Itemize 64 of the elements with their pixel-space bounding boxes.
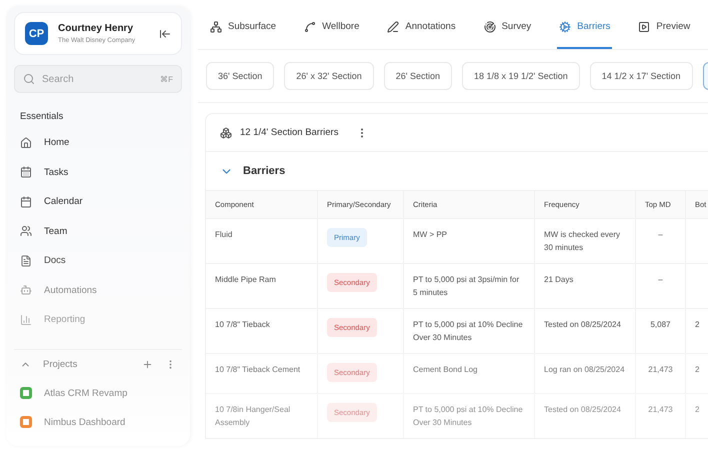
tab[interactable]: Annotations <box>385 6 458 49</box>
gear-icon <box>559 20 572 32</box>
nav-item[interactable]: Tasks <box>14 158 182 187</box>
section-chip[interactable]: 36' Section <box>206 62 274 90</box>
tab[interactable]: Barriers <box>557 6 612 49</box>
table-cell: MW > PP <box>404 218 535 263</box>
group-title: Barriers <box>243 165 286 177</box>
table-cell: PT to 5,000 psi at 10% Decline Over 30 Minutes <box>404 393 535 438</box>
nav-item[interactable]: Home <box>14 128 182 158</box>
network-icon <box>210 20 222 32</box>
calendar-grid-icon <box>20 166 32 178</box>
radar-icon <box>484 20 496 32</box>
user-name: Courtney Henry <box>58 23 134 34</box>
section-chip[interactable]: 26' x 32' Section <box>284 62 374 90</box>
table-cell: 10 7/8" Tieback Cement <box>206 353 318 393</box>
pen-icon <box>387 20 400 32</box>
panel-title: 12 1/4' Section Barriers <box>240 127 338 138</box>
section-chip[interactable]: 18 1/8 x 19 1/2' Section <box>462 62 580 90</box>
table-cell: PT to 5,000 psi at 3psi/min for 5 minutes <box>404 263 535 308</box>
section-title: Essentials <box>20 111 64 122</box>
table-cell: 2 <box>686 393 708 438</box>
nav-item[interactable]: Docs <box>14 246 182 276</box>
robot-icon <box>20 284 32 296</box>
search-placeholder: Search <box>42 74 75 84</box>
table-cell: 2 <box>686 308 708 353</box>
table-cell: 21,473 <box>636 393 686 438</box>
tab[interactable]: Wellbore <box>302 6 362 49</box>
play-icon <box>638 20 650 32</box>
table-cell: Middle Pipe Ram <box>206 263 318 308</box>
nav-item[interactable]: Team <box>14 216 182 246</box>
table-cell: Cement Bond Log <box>404 353 535 393</box>
table-cell: Tested on 08/25/2024 <box>535 393 636 438</box>
collapse-icon[interactable] <box>159 28 171 40</box>
table-cell: Log ran on 08/25/2024 <box>535 353 636 393</box>
section-chip[interactable]: 26' Section <box>384 62 452 90</box>
bar-chart-icon <box>20 314 32 326</box>
table-cell: 10 7/8" Tieback <box>206 308 318 353</box>
tab[interactable]: Subsurface <box>208 6 278 49</box>
table-cell: MW is checked every 30 minutes <box>535 218 636 263</box>
table-cell: 21,473 <box>636 353 686 393</box>
table-cell: 2 <box>686 353 708 393</box>
add-icon[interactable] <box>142 358 153 370</box>
table-cell: 5,087 <box>636 308 686 353</box>
table-cell: 21 Days <box>535 263 636 308</box>
table-cell: – <box>636 263 686 308</box>
tab[interactable]: Preview <box>636 6 692 49</box>
shortcut-label: ⌘F <box>160 74 173 84</box>
table-cell: PT to 5,000 psi at 10% Decline Over 30 Minutes <box>404 308 535 353</box>
section-chip[interactable]: 14 1/2 x 17' Section <box>590 62 693 90</box>
avatar: CP <box>25 22 48 45</box>
nav-item[interactable]: Calendar <box>14 187 182 216</box>
document-icon <box>20 254 32 267</box>
table-cell: Tested on 08/25/2024 <box>535 308 636 353</box>
table-cell: – <box>636 218 686 263</box>
calendar-icon <box>20 196 32 208</box>
boxes-icon <box>220 126 232 138</box>
people-icon <box>20 225 32 238</box>
home-icon <box>20 136 32 149</box>
tab[interactable]: Survey <box>482 6 534 49</box>
search-icon <box>23 73 35 85</box>
table-cell: Fluid <box>206 218 318 263</box>
projects-title: Projects <box>43 358 78 370</box>
curve-icon <box>304 20 316 32</box>
table-cell: 10 7/8in Hanger/Seal Assembly <box>206 393 318 438</box>
